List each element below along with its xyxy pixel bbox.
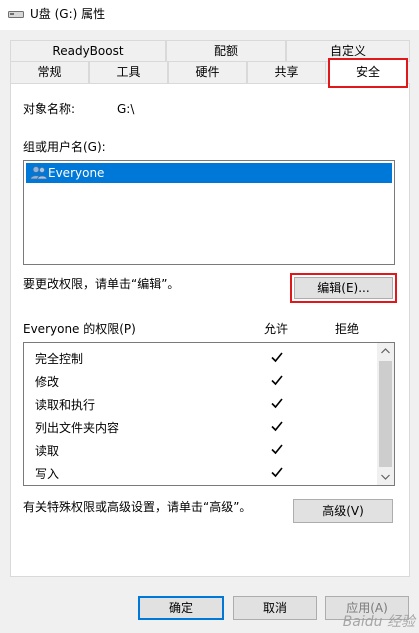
- list-item[interactable]: Everyone: [26, 163, 392, 183]
- tab-label: 安全: [355, 65, 380, 79]
- tab-label: ReadyBoost: [52, 44, 124, 58]
- deny-header: 拒绝: [335, 322, 360, 336]
- tab-quota[interactable]: 配额: [166, 40, 286, 62]
- check-icon: [271, 375, 283, 386]
- cancel-button[interactable]: 取消: [233, 596, 317, 620]
- scroll-down-icon[interactable]: [377, 468, 394, 485]
- edit-button[interactable]: 编辑(E)...: [290, 273, 397, 303]
- list-item: 读取和执行: [24, 393, 378, 416]
- users-listbox[interactable]: Everyone: [23, 160, 395, 265]
- list-item: 写入: [24, 462, 378, 485]
- tab-general[interactable]: 常规: [10, 61, 89, 83]
- advanced-button[interactable]: 高级(V): [293, 499, 393, 523]
- permission-name: 完全控制: [35, 352, 84, 366]
- permissions-list: 完全控制 修改 读取和执行 列出文件夹内容 读取 写入: [23, 342, 395, 486]
- permissions-label: Everyone 的权限(P): [23, 322, 136, 336]
- tab-security[interactable]: 安全: [328, 58, 408, 88]
- check-icon: [271, 352, 283, 363]
- drive-icon: [8, 11, 24, 18]
- change-permissions-hint: 要更改权限，请单击“编辑”。: [23, 277, 180, 291]
- tab-sharing[interactable]: 共享: [247, 61, 326, 83]
- check-icon: [271, 444, 283, 455]
- users-icon: [30, 166, 48, 180]
- ok-button[interactable]: 确定: [138, 596, 224, 620]
- list-item: 列出文件夹内容: [24, 416, 378, 439]
- object-name-label: 对象名称:: [23, 102, 76, 116]
- tab-hardware[interactable]: 硬件: [168, 61, 247, 83]
- tab-tools[interactable]: 工具: [89, 61, 168, 83]
- tab-label: 工具: [116, 65, 141, 79]
- allow-header: 允许: [264, 322, 289, 336]
- list-item: 修改: [24, 370, 378, 393]
- permission-name: 列出文件夹内容: [35, 421, 120, 435]
- permission-name: 读取和执行: [35, 398, 96, 412]
- watermark-text: Baidu 经验: [342, 614, 415, 630]
- tab-label: 常规: [37, 65, 62, 79]
- list-item: 读取: [24, 439, 378, 462]
- list-item: 完全控制: [24, 347, 378, 370]
- permission-name: 写入: [35, 467, 60, 481]
- tab-label: 共享: [274, 65, 299, 79]
- user-name: Everyone: [48, 166, 105, 180]
- title-bar: U盘 (G:) 属性: [0, 0, 419, 30]
- permissions-scrollbar[interactable]: [377, 343, 394, 485]
- scroll-thumb[interactable]: [379, 361, 392, 467]
- object-name-value: G:\: [117, 102, 135, 116]
- group-label: 组或用户名(G):: [23, 140, 106, 154]
- check-icon: [271, 398, 283, 409]
- window-title: U盘 (G:) 属性: [30, 7, 106, 21]
- check-icon: [271, 467, 283, 478]
- tab-label: 配额: [213, 44, 238, 58]
- check-icon: [271, 421, 283, 432]
- advanced-hint: 有关特殊权限或高级设置，请单击“高级”。: [23, 500, 252, 514]
- tab-label: 自定义: [329, 44, 366, 58]
- scroll-up-icon[interactable]: [377, 343, 394, 360]
- tab-readyboost[interactable]: ReadyBoost: [10, 40, 166, 62]
- tab-label: 硬件: [195, 65, 220, 79]
- permission-name: 读取: [35, 444, 60, 458]
- permission-name: 修改: [35, 375, 60, 389]
